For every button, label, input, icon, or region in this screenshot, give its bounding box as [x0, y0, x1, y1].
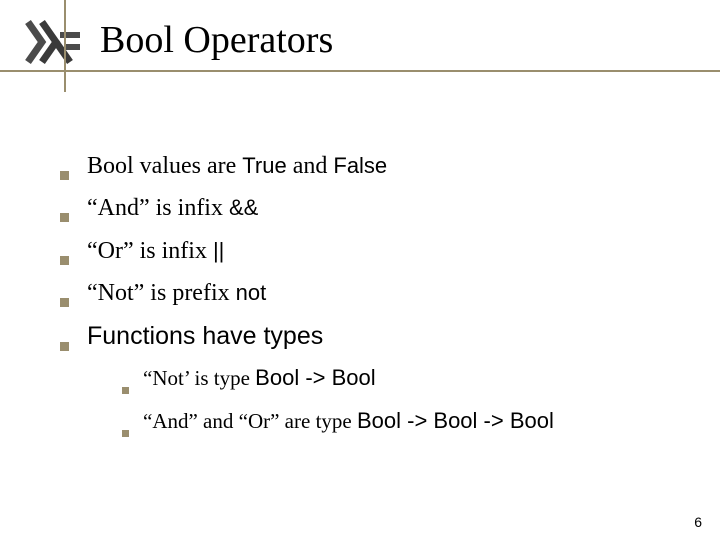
bullet-square-icon	[60, 256, 69, 265]
bullet-square-icon	[122, 430, 129, 437]
haskell-logo	[22, 18, 84, 66]
slide-title: Bool Operators	[100, 18, 333, 62]
bullet-text: “Not’ is type Bool -> Bool	[143, 363, 376, 394]
bullet-item: Bool values are True and False	[60, 150, 690, 182]
sub-list: “Not’ is type Bool -> Bool “And” and “Or…	[122, 363, 690, 437]
bullet-text: Bool values are True and False	[87, 150, 387, 182]
bullet-text: Functions have types	[87, 320, 323, 354]
bullet-text: “Or” is infix ||	[87, 235, 224, 267]
bullet-item: “Not” is prefix not	[60, 277, 690, 309]
bullet-text: “And” is infix &&	[87, 192, 258, 224]
text-run: “Or” is infix	[87, 238, 213, 264]
text-run: “And” is infix	[87, 195, 229, 221]
bullet-item: Functions have types	[60, 320, 690, 354]
bullet-text: “And” and “Or” are type Bool -> Bool -> …	[143, 406, 554, 437]
bullet-item: “Or” is infix ||	[60, 235, 690, 267]
text-run: “Not” is prefix	[87, 280, 236, 306]
text-run: and	[287, 153, 334, 179]
bullet-square-icon	[60, 342, 69, 351]
bullet-square-icon	[60, 213, 69, 222]
bullet-item: “And” is infix &&	[60, 192, 690, 224]
code-run: True	[242, 153, 286, 178]
bullet-text: “Not” is prefix not	[87, 277, 266, 309]
bullet-square-icon	[60, 171, 69, 180]
sub-bullet-item: “And” and “Or” are type Bool -> Bool -> …	[122, 406, 690, 437]
code-run: Bool -> Bool	[255, 365, 375, 390]
code-run: False	[333, 153, 387, 178]
horizontal-rule	[0, 70, 720, 72]
slide-content: Bool values are True and False “And” is …	[60, 150, 690, 449]
bullet-square-icon	[60, 298, 69, 307]
bullet-square-icon	[122, 387, 129, 394]
code-run: Bool -> Bool -> Bool	[357, 408, 554, 433]
vertical-rule	[64, 0, 66, 92]
text-run: Bool values are	[87, 153, 242, 179]
text-run: “Not’ is type	[143, 366, 255, 390]
page-number: 6	[694, 514, 702, 530]
code-run: ||	[213, 238, 224, 263]
slide-header: Bool Operators	[0, 0, 720, 72]
text-run: “And” and “Or” are type	[143, 409, 357, 433]
sub-bullet-item: “Not’ is type Bool -> Bool	[122, 363, 690, 394]
code-run: &&	[229, 195, 258, 220]
code-run: not	[236, 280, 267, 305]
